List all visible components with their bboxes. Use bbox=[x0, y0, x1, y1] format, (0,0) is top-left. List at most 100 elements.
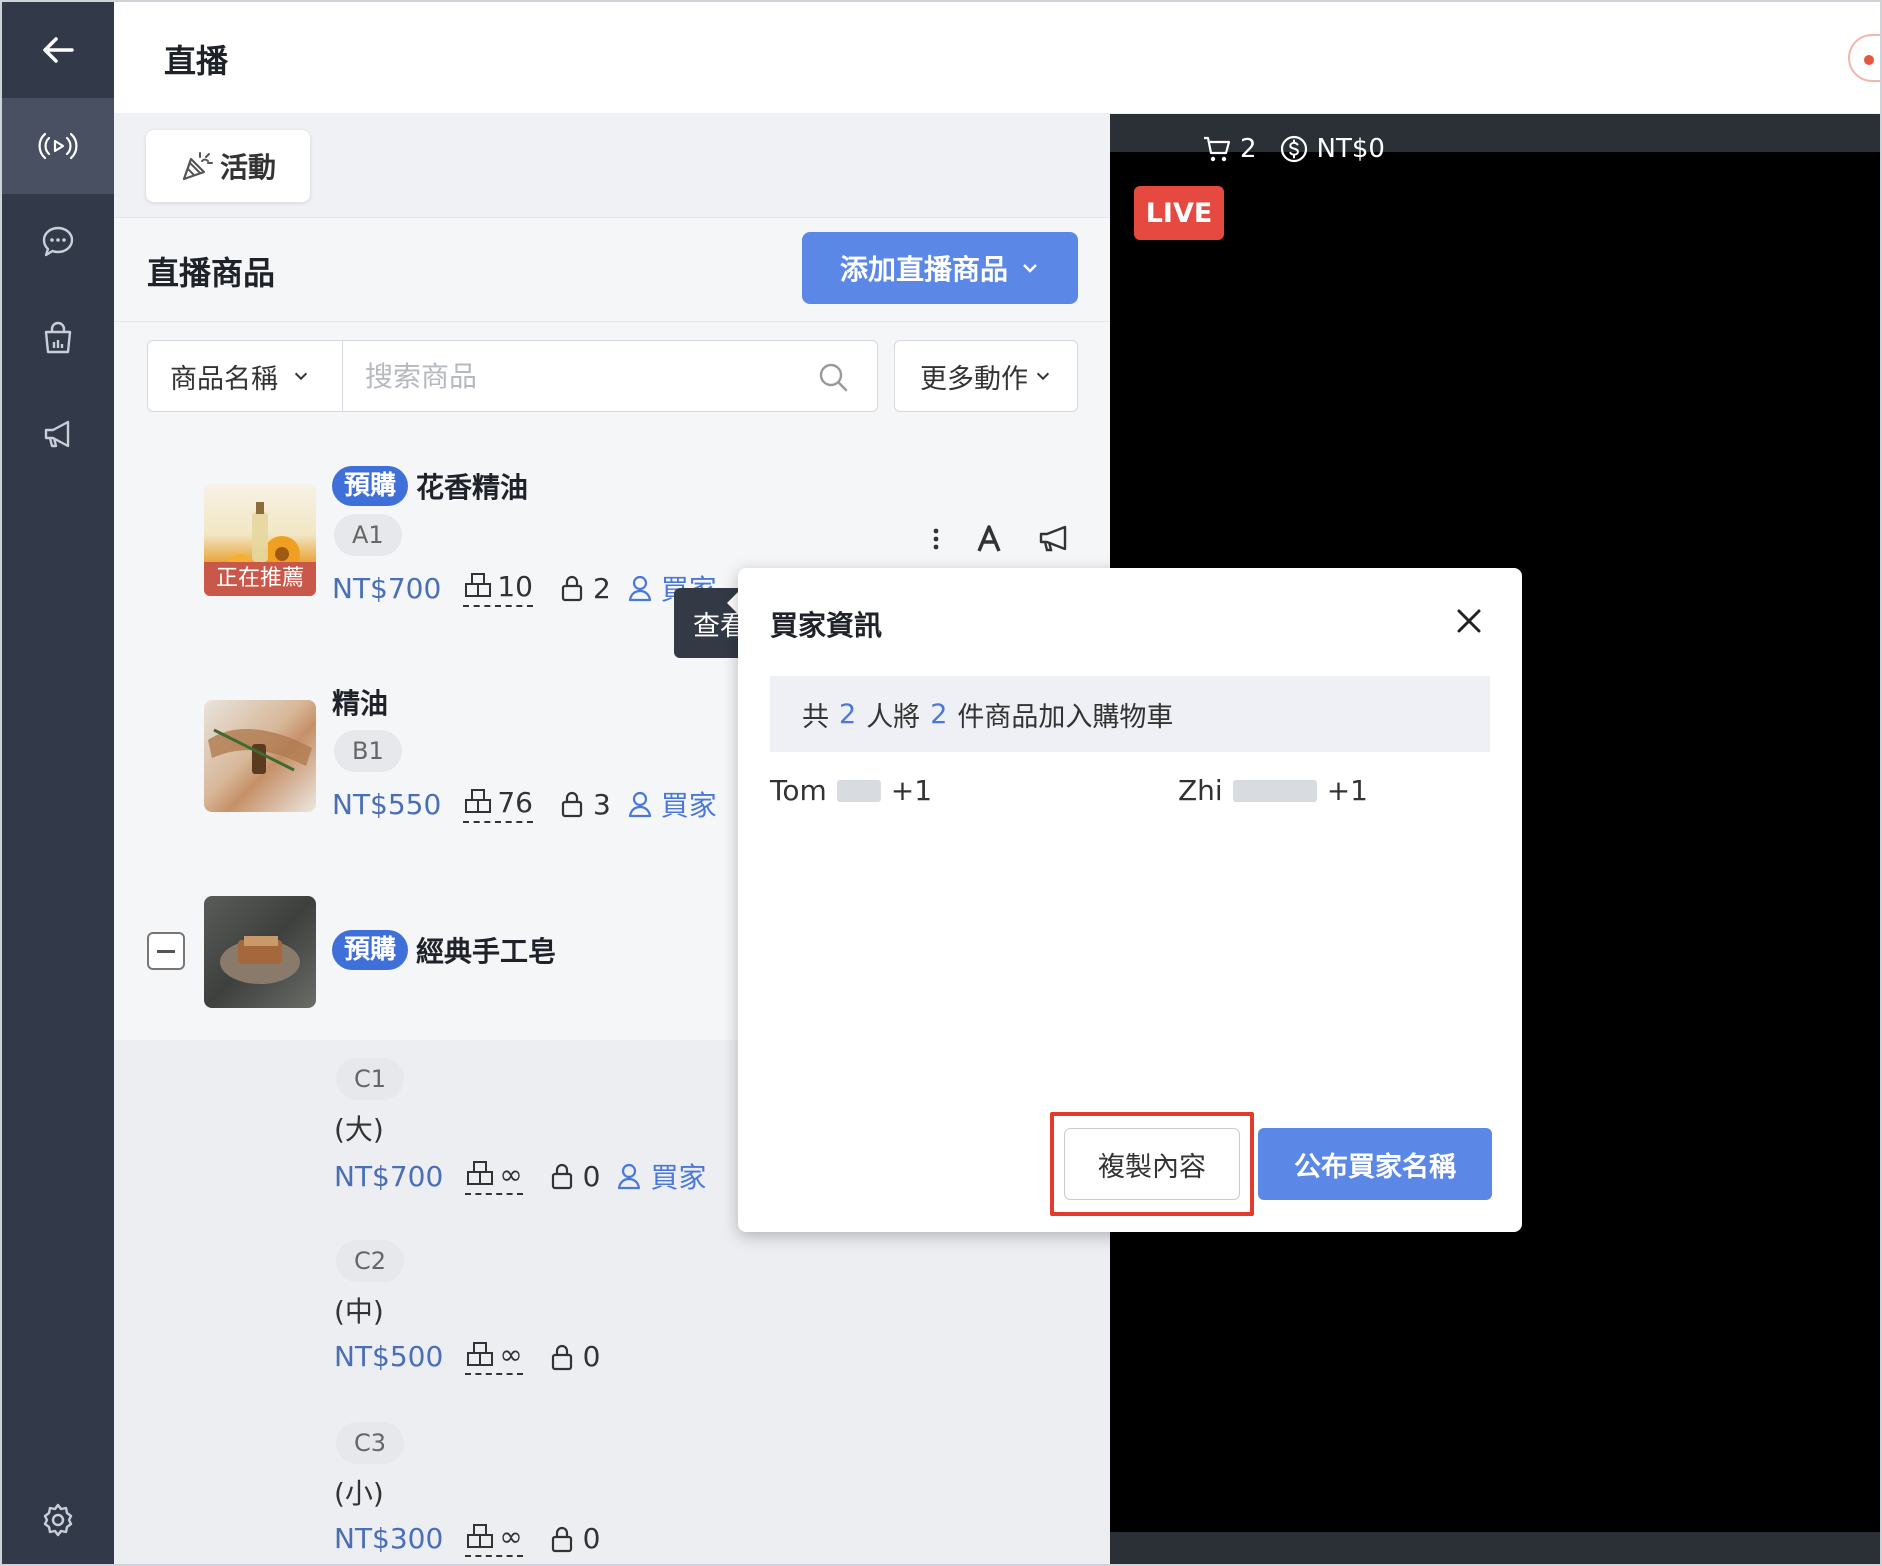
product-meta-row: NT$700 10 2 買家 bbox=[332, 568, 717, 608]
popup-title: 買家資訊 bbox=[770, 609, 883, 642]
summary-prefix: 共 bbox=[802, 701, 829, 733]
product-name-row: 預購 花香精油 bbox=[332, 466, 528, 506]
search-field-select[interactable]: 商品名稱 bbox=[147, 340, 343, 412]
popup-arrow bbox=[727, 592, 738, 614]
buyers-link[interactable]: 買家 bbox=[614, 1156, 706, 1196]
product-name-row: 精油 bbox=[332, 682, 388, 722]
divider bbox=[114, 321, 1110, 322]
lock-icon bbox=[551, 1344, 572, 1370]
back-button[interactable] bbox=[2, 2, 114, 98]
stock-count[interactable]: ∞ bbox=[465, 1520, 523, 1557]
megaphone-icon[interactable] bbox=[1038, 524, 1072, 554]
sidebar-item-live[interactable] bbox=[2, 98, 114, 194]
sidebar-item-products[interactable] bbox=[2, 290, 114, 386]
activity-bar: 活動 bbox=[114, 114, 1110, 218]
locked-value: 2 bbox=[592, 571, 611, 605]
preorder-tag: 預購 bbox=[332, 930, 409, 970]
product-thumbnail[interactable] bbox=[204, 896, 316, 1008]
user-icon bbox=[628, 791, 651, 818]
section-title: 直播商品 bbox=[147, 254, 276, 292]
stock-count[interactable]: ∞ bbox=[465, 1338, 523, 1375]
publish-buyer-names-button[interactable]: 公布買家名稱 bbox=[1258, 1128, 1492, 1200]
recommending-badge: 正在推薦 bbox=[204, 562, 316, 596]
more-actions-label: 更多動作 bbox=[920, 363, 1028, 395]
stock-value: ∞ bbox=[499, 1157, 523, 1191]
variant-size: (大) bbox=[334, 1113, 384, 1146]
variant-price: NT$300 bbox=[334, 1522, 444, 1555]
sales-amount: NT$0 bbox=[1316, 134, 1385, 164]
variant-meta-row: NT$700 ∞ 0 買家 bbox=[334, 1156, 706, 1196]
lock-icon bbox=[561, 791, 583, 818]
copy-content-button[interactable]: 複製內容 bbox=[1064, 1128, 1240, 1200]
summary-item-count: 2 bbox=[930, 698, 948, 730]
chevron-down-icon bbox=[1036, 372, 1050, 381]
sidebar-item-chat[interactable] bbox=[2, 194, 114, 290]
locked-value: 3 bbox=[592, 787, 611, 821]
collapse-variants-button[interactable] bbox=[147, 932, 185, 970]
shopping-bag-icon bbox=[44, 321, 72, 354]
sku-tag: A1 bbox=[334, 514, 402, 556]
sku-tag: C1 bbox=[336, 1058, 405, 1100]
variant-size: (小) bbox=[334, 1477, 384, 1510]
top-header: 直播 直 bbox=[114, 2, 1880, 114]
essential-oil-image bbox=[208, 728, 312, 774]
stock-count[interactable]: 76 bbox=[463, 786, 533, 823]
product-name: 花香精油 bbox=[416, 471, 529, 504]
product-price: NT$700 bbox=[332, 571, 442, 605]
chevron-down-icon bbox=[1023, 264, 1037, 273]
buyers-label: 買家 bbox=[660, 789, 717, 822]
lock-icon bbox=[561, 575, 583, 602]
locked-value: 0 bbox=[582, 1522, 601, 1555]
sidebar-item-marketing[interactable] bbox=[2, 386, 114, 482]
user-icon bbox=[628, 575, 651, 602]
live-status-pill[interactable]: 直 bbox=[1848, 34, 1880, 82]
search-icon[interactable] bbox=[817, 361, 849, 393]
cart-count: 2 bbox=[1240, 134, 1257, 164]
variant-meta-row: NT$300 ∞ 0 bbox=[334, 1520, 600, 1557]
locked-value: 0 bbox=[582, 1340, 601, 1373]
product-meta-row: NT$550 76 3 買家 bbox=[332, 784, 717, 824]
add-live-product-label: 添加直播商品 bbox=[839, 253, 1008, 286]
variant-price: NT$700 bbox=[334, 1159, 444, 1193]
buyers-link[interactable]: 買家 bbox=[625, 784, 717, 824]
megaphone-icon bbox=[44, 420, 70, 448]
more-actions-button[interactable]: 更多動作 bbox=[894, 340, 1078, 412]
gear-icon bbox=[43, 1503, 73, 1537]
activity-button[interactable]: 活動 bbox=[146, 130, 310, 202]
settings-button[interactable] bbox=[2, 1472, 114, 1564]
search-field-label: 商品名稱 bbox=[170, 363, 278, 395]
summary-people-count: 2 bbox=[839, 698, 857, 730]
preorder-tag: 預購 bbox=[332, 466, 409, 506]
stock-count[interactable]: ∞ bbox=[465, 1157, 523, 1195]
dollar-circle-icon bbox=[1280, 135, 1307, 163]
live-badge: LIVE bbox=[1134, 186, 1224, 240]
buyer-info-popup: 買家資訊 共 2 人將 2 件商品加入購物車 Tom +1 Zhi +1 複製內… bbox=[738, 568, 1522, 1232]
locked-count: 0 bbox=[547, 1340, 601, 1373]
search-box bbox=[342, 340, 878, 412]
lock-icon bbox=[551, 1526, 572, 1552]
font-a-icon[interactable] bbox=[976, 525, 1002, 553]
variant-size: (中) bbox=[334, 1295, 384, 1328]
add-live-product-button[interactable]: 添加直播商品 bbox=[802, 232, 1078, 304]
arrow-left-icon bbox=[43, 37, 74, 63]
buyers-label: 買家 bbox=[650, 1161, 707, 1194]
search-input[interactable] bbox=[343, 359, 783, 393]
stock-count[interactable]: 10 bbox=[463, 570, 533, 607]
boxes-icon bbox=[467, 1161, 494, 1185]
variant-price: NT$500 bbox=[334, 1340, 444, 1373]
product-thumbnail[interactable] bbox=[204, 700, 316, 812]
locked-value: 0 bbox=[582, 1159, 601, 1193]
app-window: 直播 直 活動 直播商品 添加直播商品 商品名稱 更多動作 bbox=[0, 0, 1882, 1566]
chat-icon bbox=[42, 226, 74, 257]
more-vertical-icon[interactable] bbox=[932, 527, 940, 551]
close-icon[interactable] bbox=[1452, 604, 1486, 638]
sku-tag: B1 bbox=[334, 730, 402, 772]
buyer-name: Tom bbox=[770, 774, 827, 807]
handmade-soap-image bbox=[220, 936, 300, 984]
minus-icon bbox=[157, 950, 175, 953]
page-title: 直播 bbox=[164, 42, 229, 80]
user-icon bbox=[618, 1163, 641, 1190]
buyer-item-count: +1 bbox=[890, 774, 933, 807]
activity-label: 活動 bbox=[219, 151, 276, 184]
redacted-name bbox=[836, 779, 881, 802]
